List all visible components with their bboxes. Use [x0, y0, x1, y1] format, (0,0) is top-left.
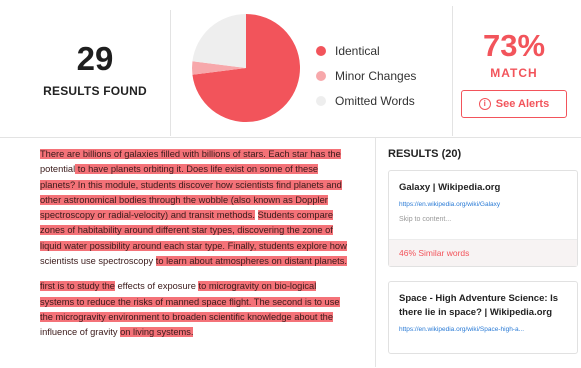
legend-label: Identical [335, 43, 380, 58]
highlighted-text: There are billions of galaxies filled wi… [40, 149, 341, 159]
pie-slice-omitted-words [192, 14, 246, 68]
summary-header: 29 RESULTS FOUND Identical Minor Changes… [0, 0, 581, 138]
match-percent: 73% [482, 28, 546, 63]
info-icon: i [478, 98, 491, 110]
legend-label: Omitted Words [335, 93, 415, 108]
result-card-title: Galaxy | Wikipedia.org [399, 182, 501, 193]
legend-label: Minor Changes [335, 68, 417, 83]
see-alerts-button[interactable]: i See Alerts [461, 90, 567, 118]
plain-text: potential [40, 164, 76, 175]
result-card-url[interactable]: https://en.wikipedia.org/wiki/Space-high… [389, 320, 577, 353]
legend-dot-minor-changes [316, 70, 326, 81]
results-panel-title: RESULTS (20) [388, 148, 462, 160]
results-count: 29 [76, 40, 114, 77]
match-box: 73% MATCH i See Alerts [452, 6, 575, 136]
highlighted-text: to learn about atmospheres on distant pl… [155, 256, 347, 267]
plain-text: effects of exposure [114, 281, 199, 292]
result-card-snippet: Skip to content... [399, 216, 452, 223]
highlighted-text: first is to study the [40, 281, 115, 292]
result-card-similarity: 46% Similar words [389, 239, 577, 266]
plain-text: scientists use spectroscopy [40, 256, 156, 267]
result-card[interactable]: Galaxy | Wikipedia.org https://en.wikipe… [388, 170, 578, 267]
result-card[interactable]: Space - High Adventure Science: Is there… [388, 281, 578, 354]
results-panel: RESULTS (20) Galaxy | Wikipedia.org http… [388, 148, 578, 368]
legend-item-identical: Identical [316, 38, 416, 63]
see-alerts-label: See Alerts [495, 98, 550, 110]
highlighted-text: on living systems. [120, 327, 194, 338]
match-pie-chart [190, 12, 302, 124]
result-card-url[interactable]: https://en.wikipedia.org/wiki/Galaxy [389, 195, 577, 208]
legend-item-omitted-words: Omitted Words [316, 88, 416, 113]
result-card-title: Space - High Adventure Science: Is there… [399, 293, 559, 318]
legend-dot-identical [316, 45, 326, 56]
results-count-label: RESULTS FOUND [43, 84, 147, 98]
document-text: There are billions of galaxies filled wi… [40, 147, 350, 351]
divider [375, 137, 376, 367]
legend-dot-omitted-words [316, 95, 326, 106]
legend-item-minor-changes: Minor Changes [316, 63, 416, 88]
plain-text: influence of gravity [40, 327, 121, 338]
pie-legend: Identical Minor Changes Omitted Words [316, 38, 416, 113]
document-paragraph: There are billions of galaxies filled wi… [40, 147, 350, 269]
match-label: MATCH [490, 66, 538, 80]
results-count-box: 29 RESULTS FOUND [20, 10, 171, 136]
pie-svg [192, 14, 300, 122]
document-paragraph: first is to study the effects of exposur… [40, 279, 350, 340]
